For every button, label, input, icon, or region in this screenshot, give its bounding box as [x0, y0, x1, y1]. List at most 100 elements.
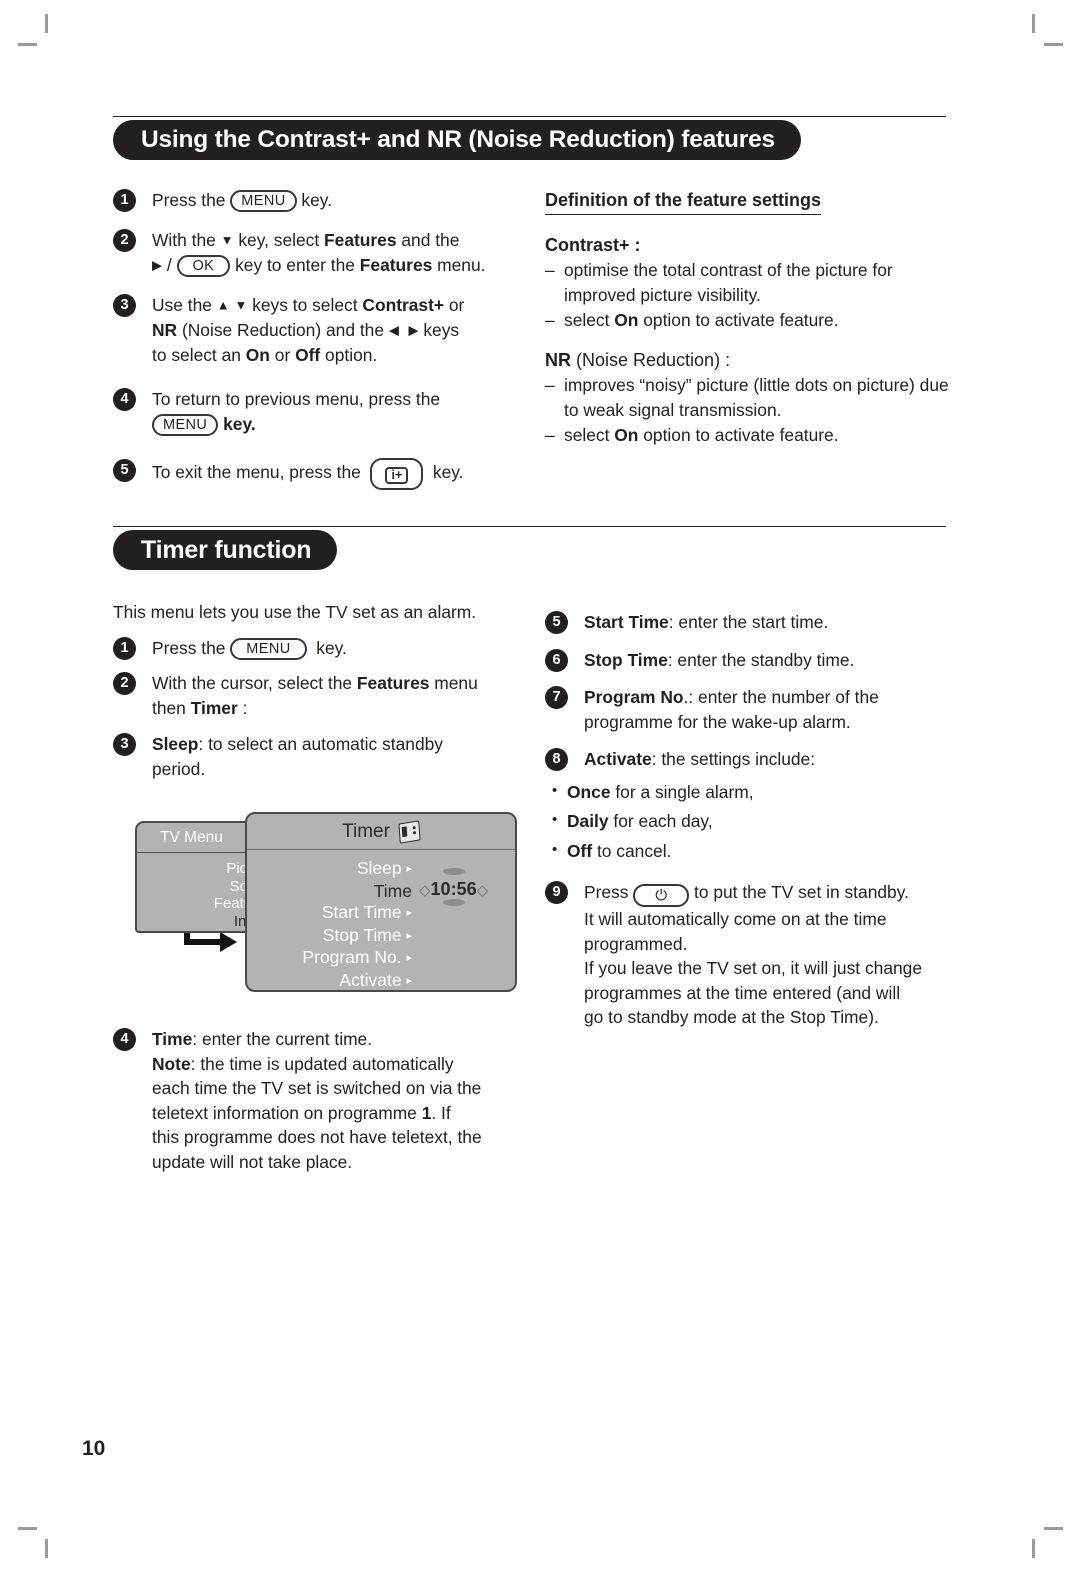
nr-heading: NR (Noise Reduction) : [545, 348, 955, 373]
stepper-right-icon: ◇ [476, 882, 489, 899]
timer-time-value-group: ◇10:56◇ [419, 879, 488, 902]
step-item: 1 Press the MENU key. [113, 636, 521, 661]
step-item: 6 Stop Time: enter the standby time. [545, 648, 955, 673]
timer-row-label: Program No. [302, 947, 402, 967]
timer-row: Activate ▸ [247, 970, 515, 993]
stepper-left-icon: ◇ [419, 882, 431, 899]
step-text: With the cursor, select the Features men… [152, 673, 478, 718]
step-number: 4 [113, 388, 136, 411]
crop-mark-top-right-vertical [1032, 14, 1035, 33]
section1-steps-column: 1 Press the MENU key. 2 With the ▼ key, … [113, 188, 521, 505]
step-text: Program No.: enter the number of the prog… [584, 687, 879, 732]
section-header-timer: Timer function [113, 522, 1080, 570]
step-number: 2 [113, 228, 136, 252]
step-number: 8 [545, 748, 568, 771]
step-text: Press ⏻ to put the TV set in standby. It … [584, 882, 923, 1027]
menu-key-glyph: MENU [230, 190, 297, 212]
step-text: Time: enter the current time. Note: the t… [152, 1029, 482, 1172]
dash-marker: – [545, 260, 555, 280]
timer-row-label: Activate [339, 969, 402, 990]
chevron-right-icon: ▸ [406, 907, 412, 919]
dash-marker: – [545, 375, 555, 395]
chevron-right-icon: ▸ [406, 952, 412, 964]
timer-steps-column: This menu lets you use the TV set as an … [113, 600, 521, 796]
dash-marker: – [545, 425, 555, 445]
crop-mark-top-left-vertical [45, 14, 48, 33]
step-item: 1 Press the MENU key. [113, 188, 521, 213]
definition-item: – improves “noisy” picture (little dots … [545, 373, 955, 422]
step-item: 4 Time: enter the current time. Note: the… [113, 1027, 521, 1174]
crop-mark-bottom-right-vertical [1032, 1539, 1035, 1558]
definition-item: – select On option to activate feature. [545, 308, 955, 333]
bullet-icon: • [552, 811, 558, 828]
step-number: 5 [545, 611, 568, 634]
step-text: Start Time: enter the start time. [584, 612, 829, 632]
step-item: 3 Use the ▲ ▼ keys to select Contrast+ o… [113, 293, 521, 368]
activate-option-desc: to cancel. [592, 840, 672, 861]
header-rule [113, 116, 946, 117]
contrast-plus-heading: Contrast+ : [545, 234, 641, 255]
timer-row: Stop Time ▸ [247, 925, 515, 948]
step-number: 5 [113, 459, 136, 482]
crop-mark-top-left-horizontal [18, 43, 37, 46]
timer-panel: Timer Sleep ▸ Time Start Time ▸ Stop Tim… [245, 812, 517, 992]
step-item: 2 With the ▼ key, select Features and th… [113, 228, 521, 278]
activate-option-name: Off [567, 840, 593, 861]
step-text: Activate: the settings include: [584, 749, 816, 769]
definition-item-text: select On option to activate feature. [564, 310, 839, 330]
bullet-icon: • [552, 781, 558, 799]
header-rule [113, 526, 946, 527]
step-text: Press the MENU key. [152, 637, 347, 660]
definition-item: – optimise the total contrast of the pic… [545, 258, 955, 307]
chevron-right-icon: ▸ [406, 929, 412, 942]
definition-item-text: select On option to activate feature. [564, 425, 839, 445]
step-text: Press the MENU key. [152, 190, 333, 212]
page-number: 10 [82, 1437, 106, 1460]
arrow-head [220, 932, 237, 952]
section-title-timer: Timer function [113, 530, 338, 570]
step-item: 2 With the cursor, select the Features m… [113, 671, 521, 720]
timer-row-label: Sleep [356, 858, 402, 878]
tv-menu-illustration: TV Menu Picture Sound Features Install T… [135, 812, 525, 1002]
step-item: 7 Program No.: enter the number of the pr… [545, 685, 955, 734]
activate-option-desc: for each day, [608, 811, 713, 831]
timer-settings-column: 5 Start Time: enter the start time. 6 St… [545, 610, 955, 1045]
feature-definitions-column: Definition of the feature settings Contr… [545, 188, 955, 449]
bullet-icon: • [552, 840, 558, 858]
timer-intro: This menu lets you use the TV set as an … [113, 602, 477, 622]
timer-panel-header: Timer [247, 814, 515, 850]
section-title-contrast-nr: Using the Contrast+ and NR (Noise Reduct… [113, 120, 801, 160]
timer-panel-title: Timer [342, 820, 390, 842]
crop-mark-bottom-left-vertical [45, 1539, 48, 1558]
step-item: 9 Press ⏻ to put the TV set in standby. I… [545, 880, 955, 1030]
timer-time-value: 10:56 [430, 879, 477, 899]
activate-option-desc: for a single alarm, [610, 781, 754, 802]
step-item: 5 To exit the menu, press the i+ key. [113, 458, 521, 490]
step-item: 3 Sleep: to select an automatic standby p… [113, 732, 521, 781]
step-number: 2 [113, 672, 136, 695]
activate-option: • Daily for each day, [545, 809, 955, 834]
activate-option-name: Once [567, 781, 611, 802]
definition-item-text: optimise the total contrast of the pictu… [564, 260, 893, 305]
ok-key-glyph: OK [176, 254, 231, 277]
step-number: 1 [113, 189, 136, 212]
crop-mark-top-right-horizontal [1044, 43, 1063, 46]
step-text: With the ▼ key, select Features and the ▶… [152, 229, 486, 277]
timer-row-label: Start Time [321, 902, 402, 922]
timer-row: Program No. ▸ [247, 947, 515, 970]
chevron-right-icon: ▸ [406, 974, 412, 987]
chevron-right-icon: ▸ [406, 863, 412, 875]
definition-item-text: improves “noisy” picture (little dots on… [564, 375, 949, 420]
activate-option: • Once for a single alarm, [545, 780, 955, 805]
dash-marker: – [545, 310, 555, 330]
step-text: To return to previous menu, press the MEN… [152, 389, 441, 436]
activate-option: • Off to cancel. [545, 839, 955, 864]
activate-option-name: Daily [567, 811, 609, 831]
timer-steps-column-continued: 4 Time: enter the current time. Note: the… [113, 1027, 521, 1189]
crop-mark-bottom-right-horizontal [1044, 1527, 1063, 1530]
step-item: 8 Activate: the settings include: [545, 747, 955, 772]
step-number: 6 [545, 648, 568, 672]
step-text: Stop Time: enter the standby time. [584, 649, 855, 670]
step-number: 3 [113, 293, 136, 317]
